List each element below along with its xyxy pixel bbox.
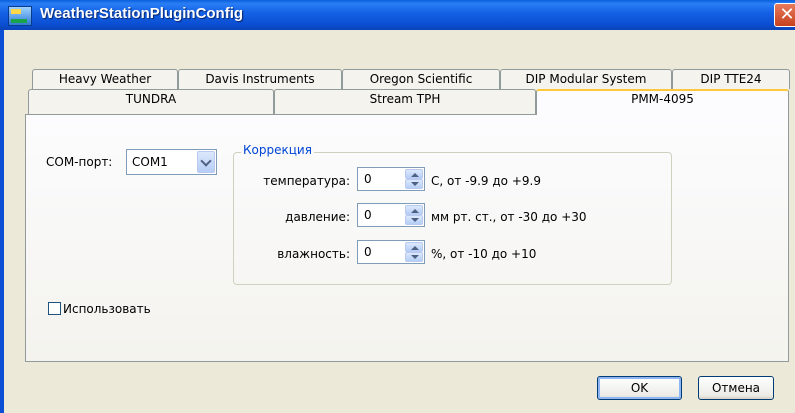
temperature-label: температура: [263,174,350,188]
pressure-label: давление: [285,210,350,224]
temperature-range: C, от -9.9 до +9.9 [431,174,541,188]
tab-pmm-4095[interactable]: PMM-4095 [536,89,789,115]
tab-heavy-weather[interactable]: Heavy Weather [32,69,178,89]
window-title: WeatherStationPluginConfig [40,5,244,22]
pressure-range: мм рт. ст., от -30 до +30 [431,210,587,224]
pressure-spin-buttons [405,205,423,225]
humidity-label: влажность: [277,247,350,261]
tab-dip-tte24[interactable]: DIP TTE24 [672,69,790,89]
humidity-spinner[interactable]: 0 [357,240,425,264]
tab-davis-instruments[interactable]: Davis Instruments [178,69,342,89]
correction-group-title: Коррекция [241,143,314,157]
temperature-value: 0 [364,172,372,186]
tab-stream-tph[interactable]: Stream TPH [274,89,536,114]
ok-button[interactable]: OK [597,376,682,400]
use-checkbox[interactable] [48,302,61,315]
temperature-spinner[interactable]: 0 [357,167,425,191]
tab-dip-modular-system[interactable]: DIP Modular System [500,69,672,89]
spin-down-icon[interactable] [405,215,423,225]
title-bar: WeatherStationPluginConfig ✕ [0,0,795,30]
chevron-down-icon[interactable] [197,151,215,173]
com-port-value: COM1 [132,155,168,169]
spin-up-icon[interactable] [405,242,423,252]
spin-down-icon[interactable] [405,179,423,189]
close-icon: ✕ [779,4,795,25]
pressure-spinner[interactable]: 0 [357,203,425,227]
weather-station-icon [8,6,32,26]
humidity-value: 0 [364,245,372,259]
spin-up-icon[interactable] [405,169,423,179]
spin-down-icon[interactable] [405,252,423,262]
humidity-spin-buttons [405,242,423,262]
tab-tundra[interactable]: TUNDRA [28,89,274,114]
humidity-range: %, от -10 до +10 [431,247,537,261]
spin-up-icon[interactable] [405,205,423,215]
pressure-value: 0 [364,208,372,222]
close-button[interactable]: ✕ [774,3,795,27]
com-port-select[interactable]: COM1 [126,149,217,175]
temperature-spin-buttons [405,169,423,189]
use-checkbox-label[interactable]: Использовать [63,302,151,316]
window-border [0,30,4,413]
cancel-button[interactable]: Отмена [698,376,774,400]
tab-oregon-scientific[interactable]: Oregon Scientific [342,69,500,89]
com-port-label: COM-порт: [46,155,113,169]
